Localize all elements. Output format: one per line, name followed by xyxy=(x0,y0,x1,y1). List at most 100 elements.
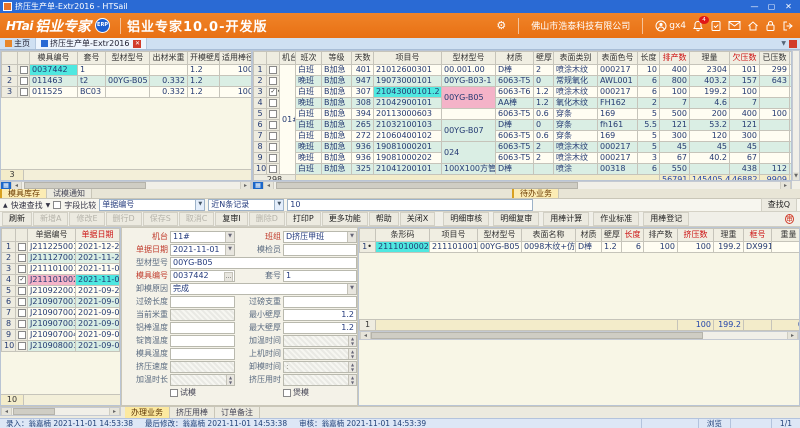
column-header[interactable]: 材质 xyxy=(576,229,602,242)
row-checkbox[interactable] xyxy=(269,77,277,85)
cell[interactable]: 2 xyxy=(534,65,554,76)
chevron-down-icon[interactable]: ▼ xyxy=(347,232,356,242)
column-header[interactable]: 项目号 xyxy=(430,229,478,242)
cell[interactable]: 喷涂 xyxy=(554,164,598,175)
tab-close-icon[interactable]: ✕ xyxy=(133,40,141,48)
row-checkbox[interactable] xyxy=(269,99,277,107)
cell[interactable]: 0.6 xyxy=(534,131,554,142)
row-select-cell[interactable] xyxy=(16,330,28,341)
find-button[interactable]: 查找Q xyxy=(761,198,797,212)
cell[interactable]: D棒 xyxy=(496,65,534,76)
lock-button[interactable] xyxy=(765,20,776,32)
cell[interactable]: 白班 xyxy=(296,109,322,120)
column-header[interactable]: 表面色号 xyxy=(598,52,638,65)
cell[interactable]: 2021-09-07 xyxy=(76,308,120,319)
cell[interactable]: 199.2 xyxy=(690,87,730,98)
cell[interactable]: 21032100103 xyxy=(374,120,442,131)
cell[interactable]: 白班 xyxy=(296,164,322,175)
row-select-cell[interactable] xyxy=(16,341,28,352)
cell[interactable]: 947 xyxy=(352,76,374,87)
row-select-cell[interactable]: ✓• xyxy=(267,87,280,98)
cell[interactable]: 45 xyxy=(690,142,730,153)
min-wall-field[interactable]: 1.2 xyxy=(283,309,357,321)
column-header[interactable]: 套号 xyxy=(78,52,106,65)
tab-mold-stock[interactable]: 模具库存 xyxy=(0,189,47,198)
logout-button[interactable] xyxy=(782,20,794,32)
column-header[interactable]: 框号 xyxy=(744,229,772,242)
table-row[interactable]: 6白班B加急2652103210010300YG-B07D棒0穿条fh1615.… xyxy=(254,120,793,131)
row-select-cell[interactable] xyxy=(16,264,28,275)
row-checkbox[interactable] xyxy=(18,243,26,251)
cell[interactable]: 7 xyxy=(660,98,690,109)
cell[interactable]: 2021-09-07 xyxy=(76,319,120,330)
tab-menu-icon[interactable] xyxy=(789,40,797,48)
table-row[interactable]: 1J2112250012021-12-25 xyxy=(2,242,120,253)
cell[interactable]: 2021-09-22 xyxy=(76,286,120,297)
cell[interactable]: 2111010002 xyxy=(376,242,430,253)
cell[interactable]: 011525 xyxy=(30,87,78,98)
scroll-left-icon[interactable]: ◂ xyxy=(360,332,371,339)
row-select-cell[interactable] xyxy=(18,76,30,87)
cell[interactable]: J210908001 xyxy=(28,341,76,352)
toolbar-button-用棒计算[interactable]: 用棒计算 xyxy=(543,212,589,226)
scroll-down-icon[interactable]: ▼ xyxy=(793,172,799,180)
unload-time-field[interactable]: :▲▼ xyxy=(283,361,357,373)
cell[interactable] xyxy=(442,109,496,120)
cell[interactable]: 000217 xyxy=(598,65,638,76)
cell[interactable]: B加急 xyxy=(322,109,352,120)
cell[interactable]: 5 xyxy=(638,131,660,142)
table-row[interactable]: 3✓•白班B加急30721043000101.200YG-B056063-T61… xyxy=(254,87,793,98)
cell[interactable] xyxy=(772,242,800,253)
tasks-button[interactable] xyxy=(710,20,722,32)
table-row[interactable]: 5白班B加急394201130006036063-T50.6穿条16955002… xyxy=(254,109,793,120)
cell[interactable]: 2021-09-07 xyxy=(76,330,120,341)
row-checkbox[interactable] xyxy=(269,132,277,140)
table-row[interactable]: 1•003744211.2100 xyxy=(2,65,253,76)
team-select[interactable]: D挤压甲班▼ xyxy=(283,231,357,243)
cell[interactable]: 白班 xyxy=(296,120,322,131)
cell[interactable]: J210907001 xyxy=(28,297,76,308)
toolbar-button-用棒登记[interactable]: 用棒登记 xyxy=(643,212,689,226)
cell[interactable]: 21060400102 xyxy=(374,131,442,142)
weigh-length-field[interactable] xyxy=(170,296,235,308)
cell[interactable] xyxy=(534,164,554,175)
chevron-down-icon[interactable]: ▼ xyxy=(195,200,204,210)
cell[interactable]: 1.2 xyxy=(188,87,220,98)
column-header[interactable]: 已压数 xyxy=(760,52,790,65)
cell[interactable]: 800 xyxy=(660,76,690,87)
cell[interactable]: 265 xyxy=(352,120,374,131)
cell[interactable]: 000217 xyxy=(598,153,638,164)
tab-trial-notice[interactable]: 试模通知 xyxy=(47,189,92,198)
row-checkbox[interactable] xyxy=(269,66,277,74)
cell[interactable]: 67 xyxy=(730,153,760,164)
row-select-cell[interactable] xyxy=(16,319,28,330)
row-select-cell[interactable] xyxy=(16,286,28,297)
cell[interactable]: 936 xyxy=(352,142,374,153)
cell[interactable]: 157 xyxy=(730,76,760,87)
cell[interactable]: 0098木纹+仿 xyxy=(522,242,576,253)
cell[interactable]: 100 xyxy=(678,242,714,253)
cell[interactable]: 6 xyxy=(638,87,660,98)
cell[interactable]: 169 xyxy=(598,131,638,142)
cell[interactable]: 21042900101 xyxy=(374,98,442,109)
row-select-cell[interactable] xyxy=(267,142,280,153)
cell[interactable]: 5 xyxy=(638,109,660,120)
cell[interactable]: 晚班 xyxy=(296,153,322,164)
toolbar-button-明细复审[interactable]: 明细复审 xyxy=(493,212,539,226)
column-header[interactable]: 表面名称 xyxy=(522,229,576,242)
search-value-input[interactable]: 10 xyxy=(287,199,533,211)
column-header[interactable]: 长度 xyxy=(638,52,660,65)
cell[interactable]: 1.2 xyxy=(534,87,554,98)
table-row[interactable]: 6J2109070012021-09-07 xyxy=(2,297,120,308)
cell[interactable]: 300 xyxy=(660,131,690,142)
column-header[interactable]: 天数 xyxy=(352,52,374,65)
cell[interactable]: 2 xyxy=(638,98,660,109)
cell[interactable]: 500 xyxy=(660,109,690,120)
column-header[interactable]: 长度 xyxy=(622,229,644,242)
cell[interactable]: 6063-T5 xyxy=(496,153,534,164)
column-header[interactable]: 单据日期 xyxy=(76,229,120,242)
cell[interactable]: 100 xyxy=(220,87,253,98)
row-checkbox[interactable] xyxy=(269,165,277,173)
cell[interactable]: 000217 xyxy=(598,87,638,98)
column-header[interactable]: 单据编号 xyxy=(28,229,76,242)
